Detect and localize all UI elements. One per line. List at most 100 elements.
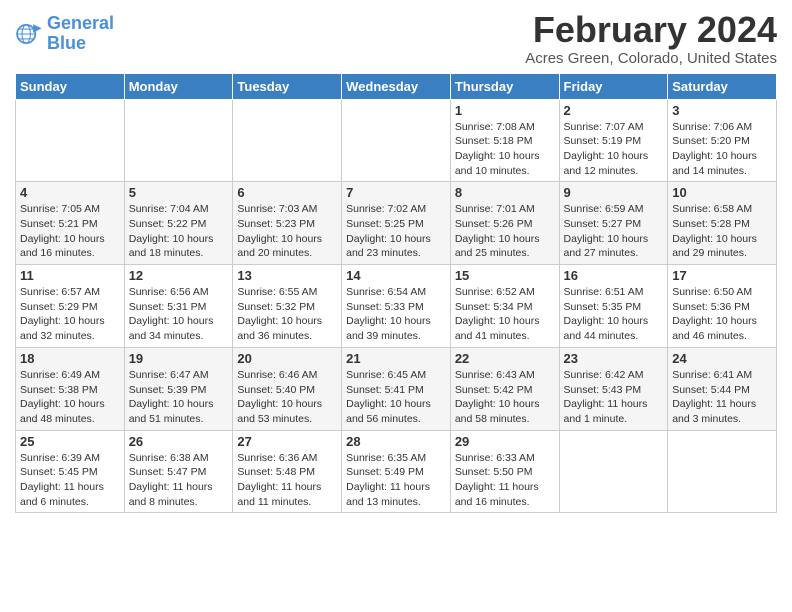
day-number: 14 xyxy=(346,268,446,283)
logo: General Blue xyxy=(15,14,114,54)
week-row-4: 18 Sunrise: 6:49 AMSunset: 5:38 PMDayligh… xyxy=(16,347,777,430)
day-info: Sunrise: 6:55 AMSunset: 5:32 PMDaylight:… xyxy=(237,285,337,344)
day-info: Sunrise: 7:06 AMSunset: 5:20 PMDaylight:… xyxy=(672,120,772,179)
day-cell: 18 Sunrise: 6:49 AMSunset: 5:38 PMDayligh… xyxy=(16,347,125,430)
day-cell xyxy=(559,430,668,513)
day-info: Sunrise: 7:02 AMSunset: 5:25 PMDaylight:… xyxy=(346,202,446,261)
day-number: 16 xyxy=(564,268,664,283)
day-cell: 21 Sunrise: 6:45 AMSunset: 5:41 PMDayligh… xyxy=(342,347,451,430)
day-info: Sunrise: 6:59 AMSunset: 5:27 PMDaylight:… xyxy=(564,202,664,261)
day-cell: 22 Sunrise: 6:43 AMSunset: 5:42 PMDayligh… xyxy=(450,347,559,430)
day-cell: 19 Sunrise: 6:47 AMSunset: 5:39 PMDayligh… xyxy=(124,347,233,430)
day-cell: 24Sunrise: 6:41 AMSunset: 5:44 PMDayligh… xyxy=(668,347,777,430)
title-block: February 2024 Acres Green, Colorado, Uni… xyxy=(525,10,777,67)
day-number: 17 xyxy=(672,268,772,283)
day-info: Sunrise: 7:01 AMSunset: 5:26 PMDaylight:… xyxy=(455,202,555,261)
day-number: 7 xyxy=(346,185,446,200)
day-number: 5 xyxy=(129,185,229,200)
day-info: Sunrise: 6:45 AMSunset: 5:41 PMDaylight:… xyxy=(346,368,446,427)
weekday-header-friday: Friday xyxy=(559,73,668,99)
day-number: 25 xyxy=(20,434,120,449)
day-info: Sunrise: 6:56 AMSunset: 5:31 PMDaylight:… xyxy=(129,285,229,344)
weekday-header-thursday: Thursday xyxy=(450,73,559,99)
weekday-header-tuesday: Tuesday xyxy=(233,73,342,99)
day-info: Sunrise: 6:39 AMSunset: 5:45 PMDaylight:… xyxy=(20,451,120,510)
week-row-1: 1 Sunrise: 7:08 AMSunset: 5:18 PMDaylight… xyxy=(16,99,777,182)
day-number: 19 xyxy=(129,351,229,366)
day-number: 3 xyxy=(672,103,772,118)
location: Acres Green, Colorado, United States xyxy=(525,50,777,67)
day-number: 28 xyxy=(346,434,446,449)
weekday-header-saturday: Saturday xyxy=(668,73,777,99)
day-number: 2 xyxy=(564,103,664,118)
day-number: 24 xyxy=(672,351,772,366)
week-row-5: 25 Sunrise: 6:39 AMSunset: 5:45 PMDayligh… xyxy=(16,430,777,513)
day-info: Sunrise: 6:57 AMSunset: 5:29 PMDaylight:… xyxy=(20,285,120,344)
day-number: 9 xyxy=(564,185,664,200)
day-cell: 25 Sunrise: 6:39 AMSunset: 5:45 PMDayligh… xyxy=(16,430,125,513)
day-info: Sunrise: 6:43 AMSunset: 5:42 PMDaylight:… xyxy=(455,368,555,427)
day-number: 21 xyxy=(346,351,446,366)
day-cell: 17 Sunrise: 6:50 AMSunset: 5:36 PMDayligh… xyxy=(668,265,777,348)
day-cell: 16 Sunrise: 6:51 AMSunset: 5:35 PMDayligh… xyxy=(559,265,668,348)
day-number: 4 xyxy=(20,185,120,200)
day-info: Sunrise: 7:03 AMSunset: 5:23 PMDaylight:… xyxy=(237,202,337,261)
day-info: Sunrise: 7:07 AMSunset: 5:19 PMDaylight:… xyxy=(564,120,664,179)
day-info: Sunrise: 6:54 AMSunset: 5:33 PMDaylight:… xyxy=(346,285,446,344)
day-number: 29 xyxy=(455,434,555,449)
day-info: Sunrise: 6:33 AMSunset: 5:50 PMDaylight:… xyxy=(455,451,555,510)
day-cell: 23Sunrise: 6:42 AMSunset: 5:43 PMDayligh… xyxy=(559,347,668,430)
day-cell: 7 Sunrise: 7:02 AMSunset: 5:25 PMDaylight… xyxy=(342,182,451,265)
day-number: 13 xyxy=(237,268,337,283)
day-info: Sunrise: 6:51 AMSunset: 5:35 PMDaylight:… xyxy=(564,285,664,344)
day-info: Sunrise: 6:52 AMSunset: 5:34 PMDaylight:… xyxy=(455,285,555,344)
day-cell: 9 Sunrise: 6:59 AMSunset: 5:27 PMDaylight… xyxy=(559,182,668,265)
day-cell: 8 Sunrise: 7:01 AMSunset: 5:26 PMDaylight… xyxy=(450,182,559,265)
day-number: 22 xyxy=(455,351,555,366)
day-number: 11 xyxy=(20,268,120,283)
day-cell: 6Sunrise: 7:03 AMSunset: 5:23 PMDaylight… xyxy=(233,182,342,265)
day-number: 20 xyxy=(237,351,337,366)
day-number: 8 xyxy=(455,185,555,200)
weekday-header-wednesday: Wednesday xyxy=(342,73,451,99)
day-info: Sunrise: 6:38 AMSunset: 5:47 PMDaylight:… xyxy=(129,451,229,510)
calendar-table: SundayMondayTuesdayWednesdayThursdayFrid… xyxy=(15,73,777,514)
weekday-header-monday: Monday xyxy=(124,73,233,99)
day-info: Sunrise: 6:36 AMSunset: 5:48 PMDaylight:… xyxy=(237,451,337,510)
day-cell: 20 Sunrise: 6:46 AMSunset: 5:40 PMDayligh… xyxy=(233,347,342,430)
day-info: Sunrise: 6:49 AMSunset: 5:38 PMDaylight:… xyxy=(20,368,120,427)
day-cell: 26 Sunrise: 6:38 AMSunset: 5:47 PMDayligh… xyxy=(124,430,233,513)
day-cell: 27 Sunrise: 6:36 AMSunset: 5:48 PMDayligh… xyxy=(233,430,342,513)
day-number: 26 xyxy=(129,434,229,449)
day-cell: 28Sunrise: 6:35 AMSunset: 5:49 PMDayligh… xyxy=(342,430,451,513)
weekday-header-sunday: Sunday xyxy=(16,73,125,99)
day-info: Sunrise: 7:05 AMSunset: 5:21 PMDaylight:… xyxy=(20,202,120,261)
day-cell xyxy=(342,99,451,182)
day-info: Sunrise: 6:50 AMSunset: 5:36 PMDaylight:… xyxy=(672,285,772,344)
day-cell xyxy=(233,99,342,182)
day-cell xyxy=(16,99,125,182)
day-number: 18 xyxy=(20,351,120,366)
day-cell: 10Sunrise: 6:58 AMSunset: 5:28 PMDayligh… xyxy=(668,182,777,265)
logo-blue: Blue xyxy=(47,33,86,53)
day-number: 10 xyxy=(672,185,772,200)
day-number: 1 xyxy=(455,103,555,118)
day-cell: 13 Sunrise: 6:55 AMSunset: 5:32 PMDayligh… xyxy=(233,265,342,348)
day-cell: 12 Sunrise: 6:56 AMSunset: 5:31 PMDayligh… xyxy=(124,265,233,348)
day-cell: 29 Sunrise: 6:33 AMSunset: 5:50 PMDayligh… xyxy=(450,430,559,513)
day-cell xyxy=(668,430,777,513)
page-header: General Blue February 2024 Acres Green, … xyxy=(15,10,777,67)
day-cell: 4 Sunrise: 7:05 AMSunset: 5:21 PMDaylight… xyxy=(16,182,125,265)
logo-text: General Blue xyxy=(47,14,114,54)
day-cell: 14 Sunrise: 6:54 AMSunset: 5:33 PMDayligh… xyxy=(342,265,451,348)
day-number: 27 xyxy=(237,434,337,449)
day-info: Sunrise: 6:47 AMSunset: 5:39 PMDaylight:… xyxy=(129,368,229,427)
day-info: Sunrise: 6:46 AMSunset: 5:40 PMDaylight:… xyxy=(237,368,337,427)
weekday-header-row: SundayMondayTuesdayWednesdayThursdayFrid… xyxy=(16,73,777,99)
day-info: Sunrise: 7:08 AMSunset: 5:18 PMDaylight:… xyxy=(455,120,555,179)
week-row-2: 4 Sunrise: 7:05 AMSunset: 5:21 PMDaylight… xyxy=(16,182,777,265)
logo-icon xyxy=(15,20,43,48)
day-cell: 3 Sunrise: 7:06 AMSunset: 5:20 PMDaylight… xyxy=(668,99,777,182)
day-cell: 15Sunrise: 6:52 AMSunset: 5:34 PMDayligh… xyxy=(450,265,559,348)
day-number: 12 xyxy=(129,268,229,283)
